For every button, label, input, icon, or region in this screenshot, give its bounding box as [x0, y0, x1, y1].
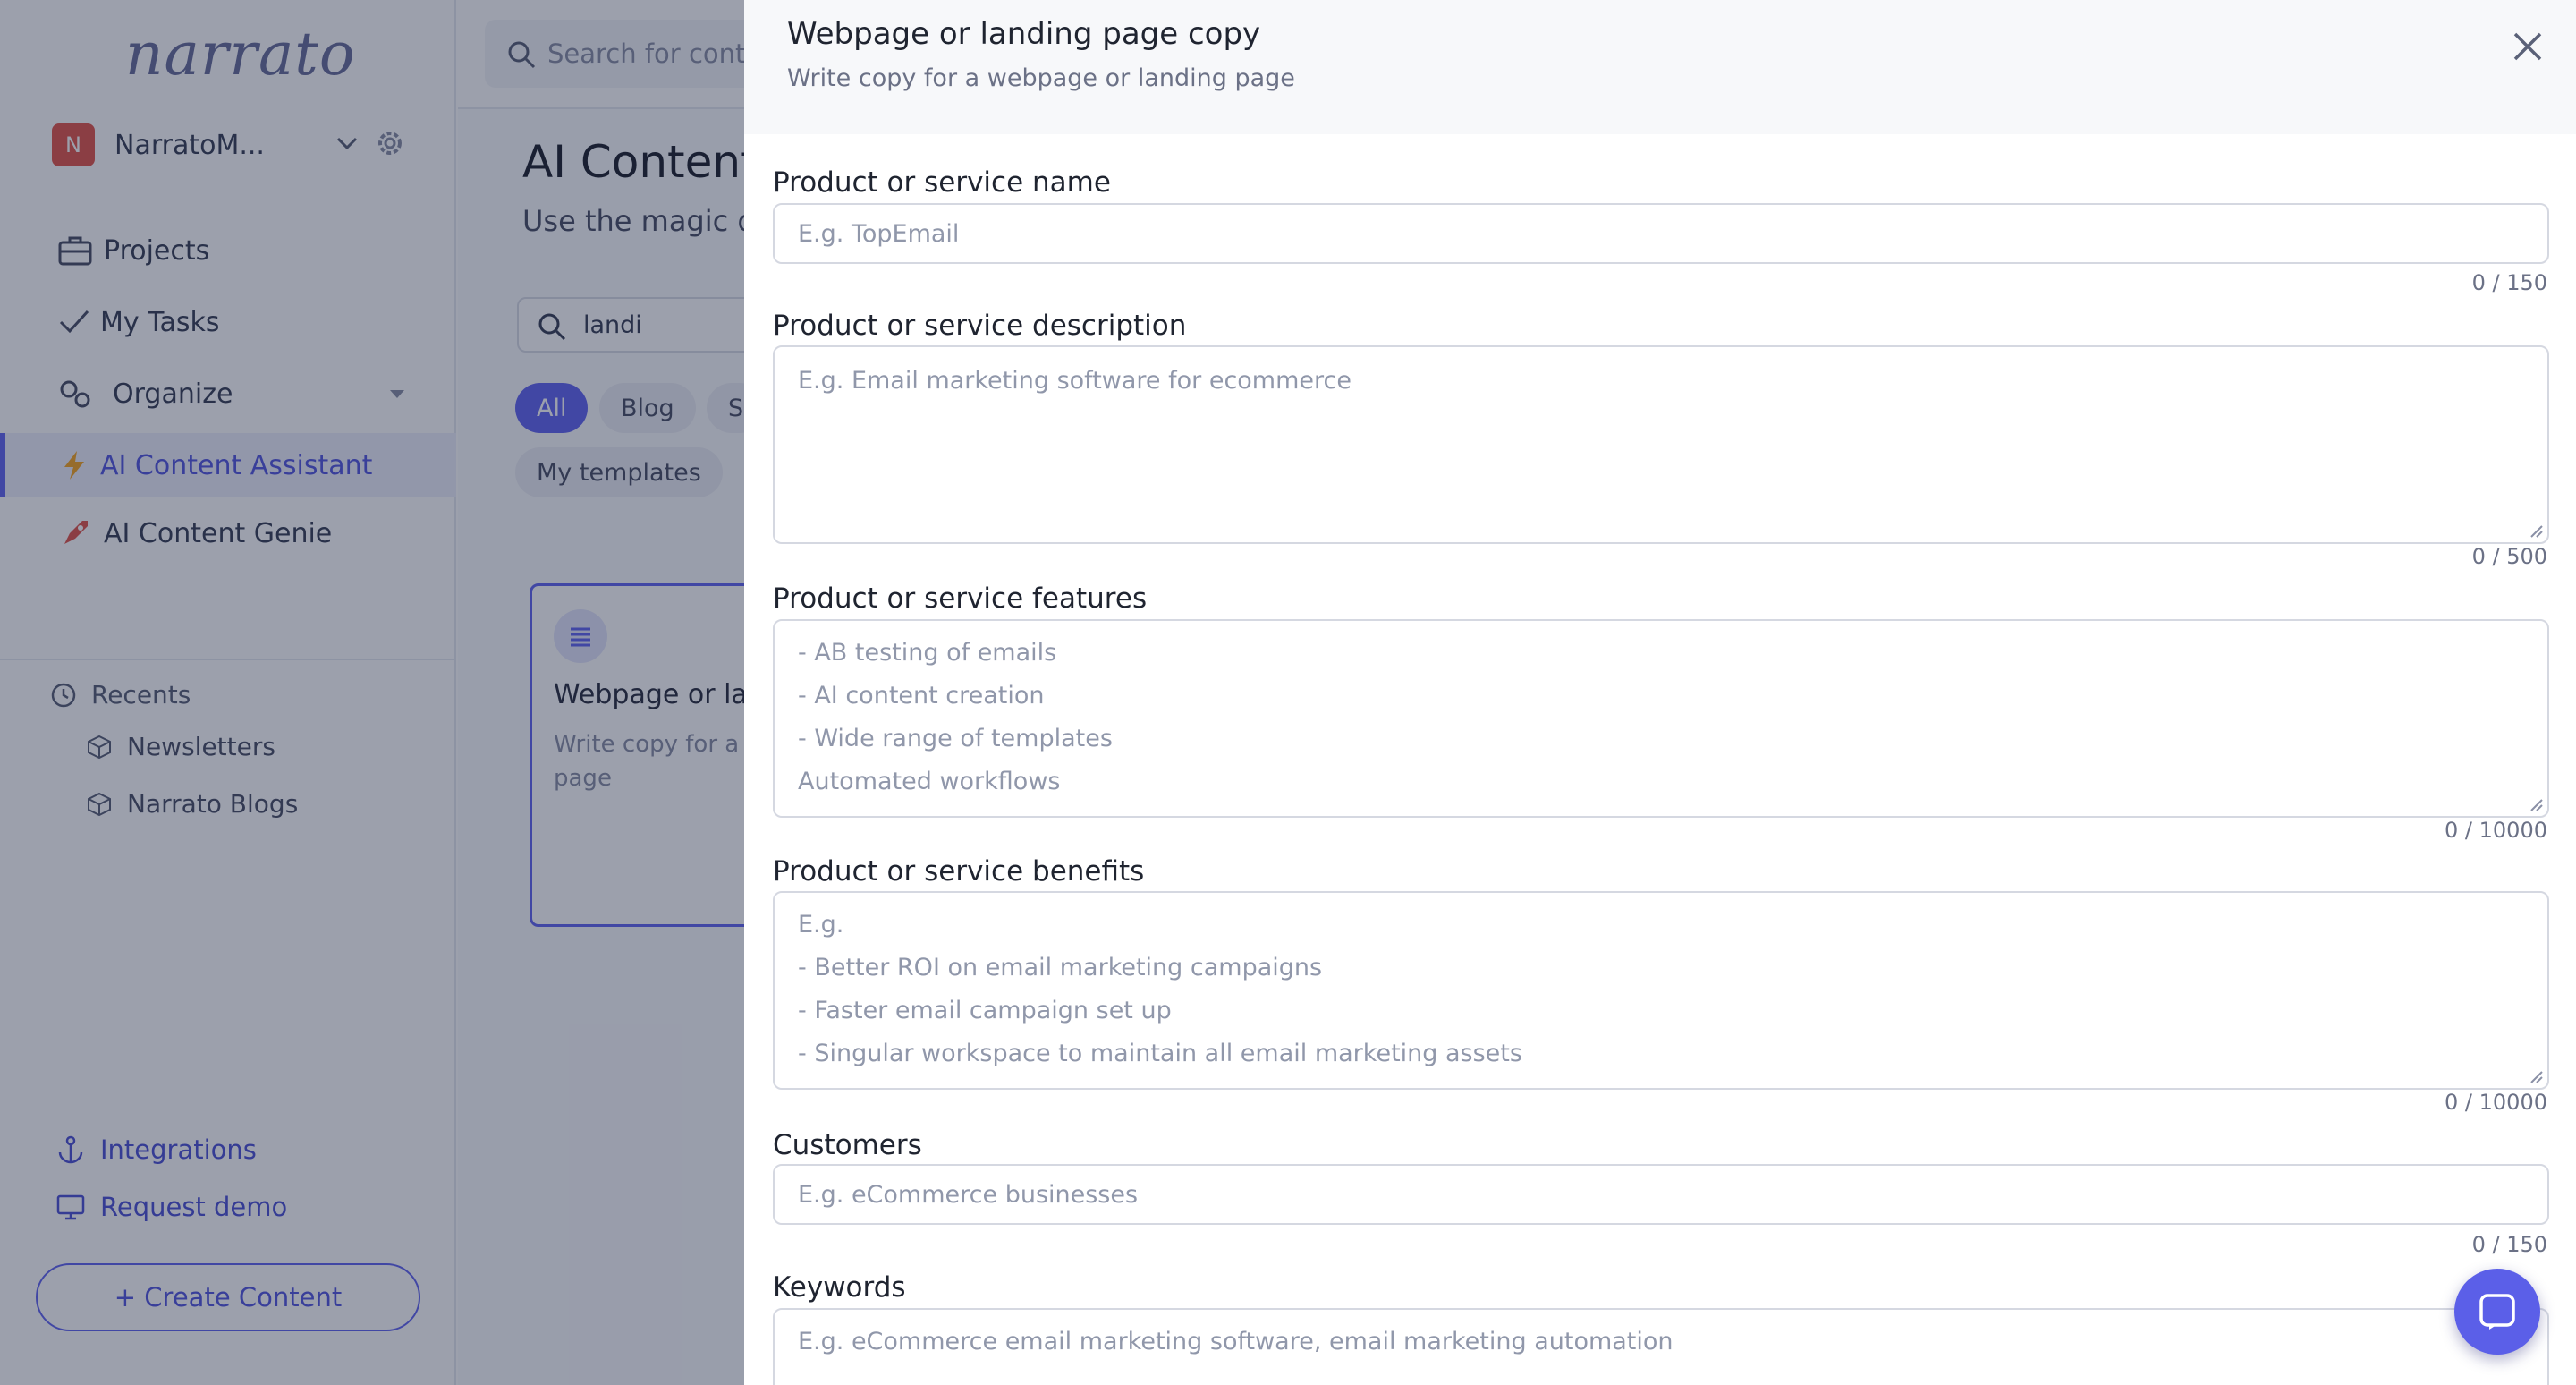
char-counter: 0 / 10000: [2445, 818, 2547, 843]
product-name-input[interactable]: E.g. TopEmail: [773, 203, 2549, 264]
drawer-header: Webpage or landing page copy Write copy …: [744, 0, 2576, 134]
resize-handle-icon[interactable]: [2528, 523, 2544, 539]
char-counter: 0 / 150: [2471, 1232, 2547, 1257]
chat-icon: [2479, 1294, 2515, 1330]
char-counter: 0 / 150: [2471, 270, 2547, 295]
field-label-customers: Customers: [773, 1129, 922, 1161]
template-drawer: Webpage or landing page copy Write copy …: [744, 0, 2576, 1385]
chat-launcher-button[interactable]: [2454, 1269, 2540, 1355]
customers-input[interactable]: E.g. eCommerce businesses: [773, 1164, 2549, 1225]
resize-handle-icon[interactable]: [2528, 796, 2544, 812]
product-benefits-textarea[interactable]: E.g. - Better ROI on email marketing cam…: [773, 891, 2549, 1090]
drawer-title: Webpage or landing page copy: [787, 16, 1261, 52]
keywords-textarea[interactable]: E.g. eCommerce email marketing software,…: [773, 1308, 2549, 1385]
char-counter: 0 / 500: [2471, 544, 2547, 569]
field-label-name: Product or service name: [773, 166, 1111, 199]
drawer-subtitle: Write copy for a webpage or landing page: [787, 64, 1295, 92]
field-label-features: Product or service features: [773, 582, 1148, 615]
product-description-textarea[interactable]: E.g. Email marketing software for ecomme…: [773, 345, 2549, 544]
product-features-textarea[interactable]: - AB testing of emails - AI content crea…: [773, 619, 2549, 818]
field-label-description: Product or service description: [773, 310, 1187, 342]
char-counter: 0 / 10000: [2445, 1090, 2547, 1115]
field-label-keywords: Keywords: [773, 1271, 906, 1304]
field-label-benefits: Product or service benefits: [773, 855, 1145, 888]
resize-handle-icon[interactable]: [2528, 1068, 2544, 1084]
close-icon[interactable]: [2510, 29, 2546, 64]
